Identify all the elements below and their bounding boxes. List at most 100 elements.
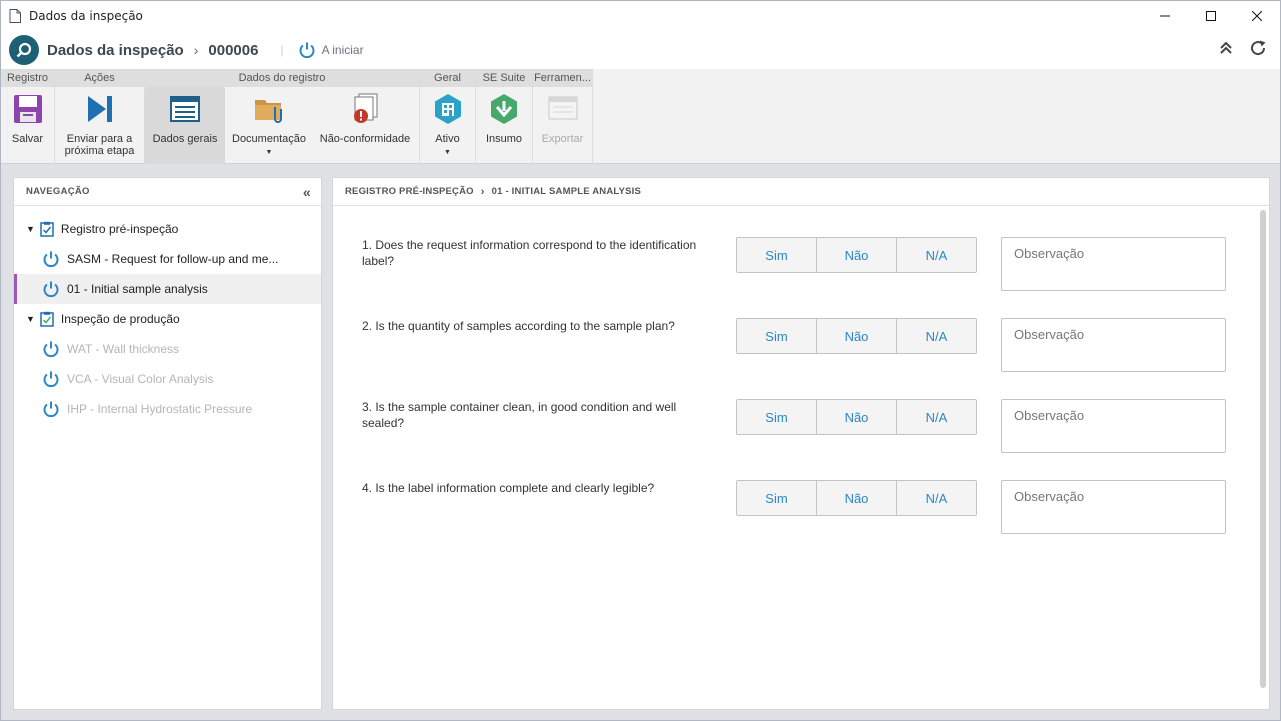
chevron-right-icon: › — [480, 185, 485, 198]
ribbon-group-geral: Geral Ativo ▼ — [420, 69, 476, 164]
close-button[interactable] — [1234, 1, 1280, 31]
answer-no-button[interactable]: Não — [817, 481, 897, 515]
tree-group-label: Registro pré-inspeção — [60, 222, 179, 236]
maximize-button[interactable] — [1188, 1, 1234, 31]
tree-group-pre-inspection[interactable]: ▼ Registro pré-inspeção — [14, 214, 321, 244]
observation-field[interactable]: Observação — [1001, 318, 1226, 372]
question-row: 4. Is the label information complete and… — [333, 480, 1253, 534]
save-button[interactable]: Salvar — [1, 87, 54, 164]
question-row: 1. Does the request information correspo… — [333, 237, 1253, 291]
question-row: 2. Is the quantity of samples according … — [333, 318, 1253, 372]
collapse-left-icon[interactable]: « — [303, 184, 311, 200]
dropdown-caret-icon: ▼ — [265, 149, 273, 156]
ribbon-group-label: Ações — [55, 69, 144, 87]
input-icon — [491, 94, 517, 124]
minimize-button[interactable] — [1142, 1, 1188, 31]
answer-na-button[interactable]: N/A — [897, 319, 976, 353]
power-icon — [43, 341, 59, 358]
ribbon-group-label: Registro — [1, 69, 54, 87]
navigation-panel: NAVEGAÇÃO « ▼ Registro pré-inspeção SASM… — [13, 177, 322, 710]
tree-item-sasm[interactable]: SASM - Request for follow-up and me... — [14, 244, 321, 274]
asset-label: Ativo — [435, 133, 460, 145]
app-logo — [9, 35, 39, 65]
collapse-up-icon[interactable] — [1218, 40, 1234, 56]
navigation-tree: ▼ Registro pré-inspeção SASM - Request f… — [14, 206, 321, 424]
tree-item-label: WAT - Wall thickness — [67, 342, 180, 356]
ribbon-group-acoes: Ações Enviar para a próxima etapa — [55, 69, 145, 164]
dropdown-caret-icon: ▼ — [444, 149, 451, 156]
tree-item-label: VCA - Visual Color Analysis — [67, 372, 214, 386]
answer-no-button[interactable]: Não — [817, 319, 897, 353]
answer-na-button[interactable]: N/A — [897, 481, 976, 515]
expand-triangle-icon[interactable]: ▼ — [26, 314, 35, 324]
observation-field[interactable]: Observação — [1001, 237, 1226, 291]
answer-yes-button[interactable]: Sim — [737, 319, 817, 353]
breadcrumb-item: 01 - INITIAL SAMPLE ANALYSIS — [491, 186, 642, 197]
answer-no-button[interactable]: Não — [817, 238, 897, 272]
tree-group-production-inspection[interactable]: ▼ Inspeção de produção — [14, 304, 321, 334]
general-data-label: Dados gerais — [152, 133, 218, 145]
send-next-step-button[interactable]: Enviar para a próxima etapa — [55, 87, 144, 164]
answer-no-button[interactable]: Não — [817, 400, 897, 434]
answer-segmented-control: Sim Não N/A — [736, 399, 977, 435]
documentation-icon — [255, 100, 282, 123]
answer-yes-button[interactable]: Sim — [737, 400, 817, 434]
refresh-icon[interactable] — [1250, 40, 1268, 56]
question-text: 3. Is the sample container clean, in goo… — [362, 400, 677, 430]
documentation-label: Documentação — [232, 133, 306, 145]
window-title: Dados da inspeção — [29, 9, 143, 23]
answer-na-button[interactable]: N/A — [897, 400, 976, 434]
save-label: Salvar — [11, 133, 44, 145]
breadcrumb-item[interactable]: REGISTRO PRÉ-INSPEÇÃO — [345, 186, 474, 197]
input-label: Insumo — [485, 133, 523, 145]
vertical-scrollbar[interactable] — [1260, 210, 1266, 688]
observation-field[interactable]: Observação — [1001, 480, 1226, 534]
clipboard-edit-icon — [40, 311, 54, 327]
question-text: 1. Does the request information correspo… — [362, 238, 697, 268]
record-number: 000006 — [208, 41, 259, 59]
nonconformity-button[interactable]: Não-conformidade — [313, 87, 417, 164]
ribbon-group-label: SE Suite — [476, 69, 532, 87]
export-icon — [548, 96, 577, 120]
clipboard-check-icon — [40, 221, 54, 237]
search-logo-icon — [16, 42, 32, 58]
maximize-icon — [1206, 11, 1216, 21]
answer-segmented-control: Sim Não N/A — [736, 237, 977, 273]
ribbon-group-label: Dados do registro — [145, 69, 419, 87]
send-next-icon — [87, 96, 112, 122]
nonconformity-label: Não-conformidade — [319, 133, 411, 145]
tree-item-label: IHP - Internal Hydrostatic Pressure — [67, 402, 253, 416]
power-icon — [43, 281, 59, 298]
ribbon-group-ferramentas: Ferramen... Exportar — [533, 69, 593, 164]
answer-yes-button[interactable]: Sim — [737, 238, 817, 272]
ribbon-group-label: Geral — [420, 69, 475, 87]
tree-item-ihp[interactable]: IHP - Internal Hydrostatic Pressure — [14, 394, 321, 424]
document-icon — [9, 9, 21, 23]
answer-na-button[interactable]: N/A — [897, 238, 976, 272]
export-button[interactable]: Exportar — [533, 87, 592, 164]
tree-item-label: SASM - Request for follow-up and me... — [67, 252, 279, 266]
title-bar: Dados da inspeção — [1, 1, 1280, 31]
power-icon — [43, 371, 59, 388]
status-label: A iniciar — [321, 43, 364, 57]
input-button[interactable]: Insumo — [476, 87, 532, 164]
power-icon — [43, 401, 59, 418]
page-title: Dados da inspeção — [47, 41, 184, 59]
close-icon — [1252, 11, 1262, 21]
minimize-icon — [1160, 15, 1170, 17]
tree-item-wat[interactable]: WAT - Wall thickness — [14, 334, 321, 364]
expand-triangle-icon[interactable]: ▼ — [26, 224, 35, 234]
observation-field[interactable]: Observação — [1001, 399, 1226, 453]
documentation-button[interactable]: Documentação ▼ — [225, 87, 313, 164]
ribbon-toolbar: Registro Salvar Ações Enviar para a próx… — [1, 69, 1280, 164]
general-data-button[interactable]: Dados gerais — [145, 87, 225, 164]
general-data-icon — [170, 96, 200, 122]
answer-segmented-control: Sim Não N/A — [736, 480, 977, 516]
tree-item-vca[interactable]: VCA - Visual Color Analysis — [14, 364, 321, 394]
save-icon — [13, 95, 42, 123]
answer-yes-button[interactable]: Sim — [737, 481, 817, 515]
asset-button[interactable]: Ativo ▼ — [420, 87, 475, 164]
question-text: 4. Is the label information complete and… — [362, 481, 655, 495]
tree-item-initial-sample-analysis[interactable]: 01 - Initial sample analysis — [14, 274, 321, 304]
send-next-label: Enviar para a próxima etapa — [64, 133, 135, 157]
